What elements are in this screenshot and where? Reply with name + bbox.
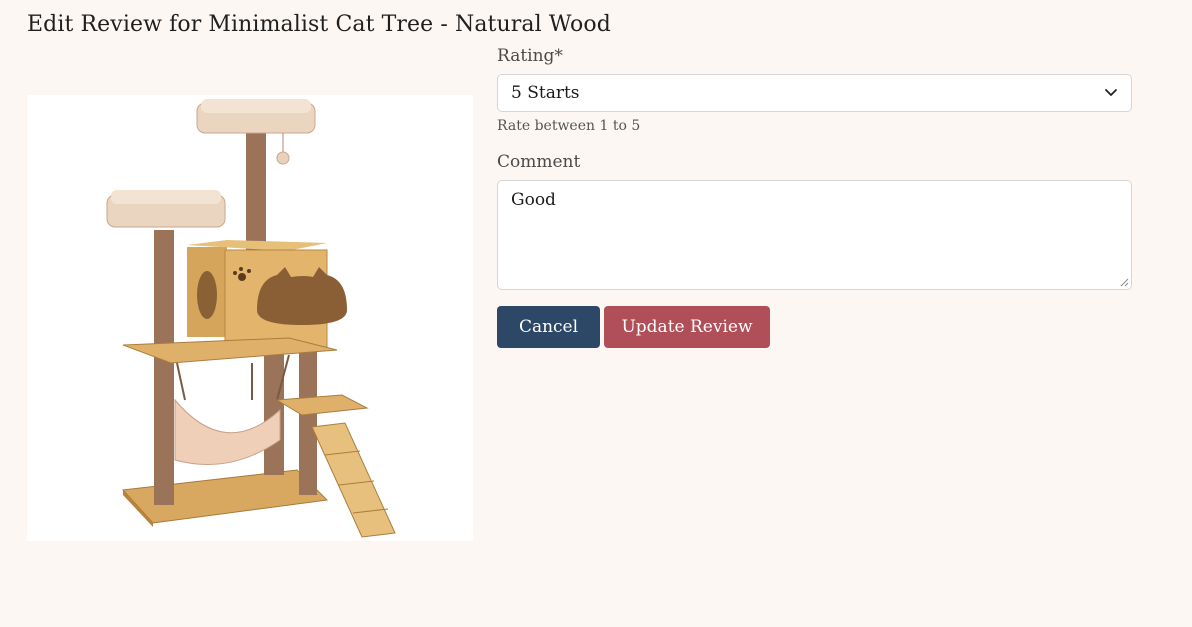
comment-label: Comment [497, 152, 581, 172]
comment-value: Good [511, 190, 556, 210]
page-title: Edit Review for Minimalist Cat Tree - Na… [27, 12, 611, 37]
cat-tree-illustration [106, 99, 396, 538]
cancel-button[interactable]: Cancel [497, 306, 600, 348]
comment-textarea[interactable]: Good [497, 180, 1132, 290]
rating-select-value: 5 Starts [511, 83, 580, 103]
rating-select[interactable]: 5 Starts [497, 74, 1132, 112]
update-review-button[interactable]: Update Review [604, 306, 770, 348]
rating-label: Rating* [497, 46, 563, 66]
review-form: Rating* 5 Starts Rate between 1 to 5 Com… [497, 46, 1132, 348]
resize-grip-icon[interactable] [1120, 278, 1129, 287]
product-image [27, 95, 473, 541]
rating-help-text: Rate between 1 to 5 [497, 118, 641, 134]
form-actions: Cancel Update Review [497, 306, 1132, 348]
chevron-down-icon [1105, 89, 1117, 96]
